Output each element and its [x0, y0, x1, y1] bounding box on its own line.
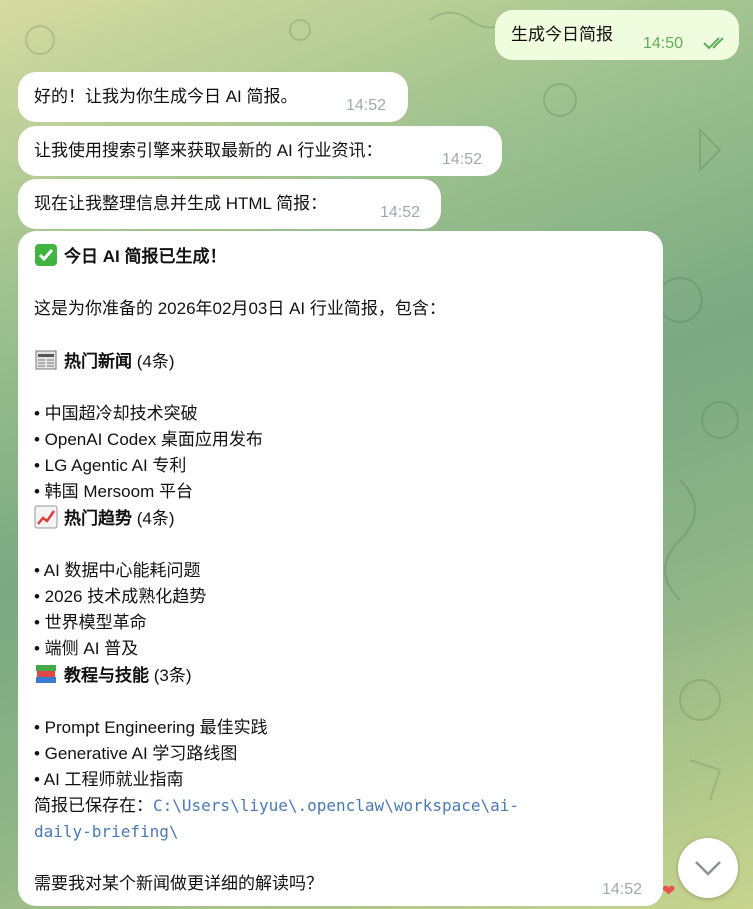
- section-header: 热门新闻 (4条): [34, 348, 647, 375]
- file-path[interactable]: C:\Users\liyue\.openclaw\workspace\ai-: [153, 796, 519, 815]
- check-mark-icon: [35, 244, 57, 266]
- section-count: (3条): [153, 666, 192, 685]
- file-path-continued[interactable]: daily-briefing\: [34, 822, 179, 841]
- section-header: 热门趋势 (4条): [34, 505, 647, 532]
- list-item: • 世界模型革命: [34, 613, 147, 632]
- message-text: 让我使用搜索引擎来获取最新的 AI 行业资讯：: [34, 141, 383, 160]
- chevron-down-icon: [695, 861, 721, 876]
- briefing-intro: 这是为你准备的 2026年02月03日 AI 行业简报，包含：: [34, 299, 446, 318]
- message-text: 现在让我整理信息并生成 HTML 简报：: [34, 194, 328, 213]
- heart-reaction-icon[interactable]: ❤: [662, 881, 675, 901]
- double-check-icon: [703, 37, 724, 50]
- section-count: (4条): [136, 509, 175, 528]
- list-item: • 韩国 Mersoom 平台: [34, 482, 193, 501]
- list-item: • OpenAI Codex 桌面应用发布: [34, 430, 263, 449]
- incoming-message[interactable]: 好的！让我为你生成今日 AI 简报。 14:52: [18, 72, 408, 122]
- message-time: 14:52: [442, 151, 483, 168]
- chart-up-icon: [34, 505, 58, 529]
- list-item: • AI 数据中心能耗问题: [34, 561, 201, 580]
- list-item: • Prompt Engineering 最佳实践: [34, 718, 268, 737]
- list-item: • Generative AI 学习路线图: [34, 744, 238, 763]
- books-icon: [36, 665, 56, 683]
- outgoing-message[interactable]: 生成今日简报 14:50: [495, 10, 739, 60]
- message-time: 14:52: [346, 97, 387, 114]
- section-header: 教程与技能 (3条): [34, 662, 647, 689]
- briefing-message[interactable]: 今日 AI 简报已生成！ 这是为你准备的 2026年02月03日 AI 行业简报…: [18, 231, 663, 906]
- briefing-title: 今日 AI 简报已生成！: [64, 247, 227, 266]
- message-time: 14:50: [643, 35, 684, 52]
- section-heading: 热门新闻: [64, 352, 132, 371]
- section-count: (4条): [136, 352, 175, 371]
- list-item: • 端侧 AI 普及: [34, 639, 139, 658]
- list-item: • LG Agentic AI 专利: [34, 456, 187, 475]
- newspaper-icon: [35, 350, 57, 370]
- list-item: • AI 工程师就业指南: [34, 770, 184, 789]
- scroll-down-button[interactable]: [678, 838, 738, 898]
- message-text: 生成今日简报: [511, 25, 613, 44]
- message-text: 好的！让我为你生成今日 AI 简报。: [34, 87, 298, 106]
- message-time: 14:52: [380, 204, 421, 221]
- section-heading: 热门趋势: [64, 509, 132, 528]
- saved-label: 简报已保存在：: [34, 796, 153, 815]
- list-item: • 中国超冷却技术突破: [34, 404, 198, 423]
- list-item: • 2026 技术成熟化趋势: [34, 587, 207, 606]
- saved-path-line: 简报已保存在：C:\Users\liyue\.openclaw\workspac…: [34, 793, 647, 819]
- incoming-message[interactable]: 现在让我整理信息并生成 HTML 简报： 14:52: [18, 179, 441, 229]
- briefing-title-line: 今日 AI 简报已生成！: [34, 243, 647, 270]
- message-time: 14:52: [602, 881, 643, 898]
- section-heading: 教程与技能: [64, 666, 149, 685]
- incoming-message[interactable]: 让我使用搜索引擎来获取最新的 AI 行业资讯： 14:52: [18, 126, 502, 176]
- followup-question: 需要我对某个新闻做更详细的解读吗？: [34, 874, 323, 893]
